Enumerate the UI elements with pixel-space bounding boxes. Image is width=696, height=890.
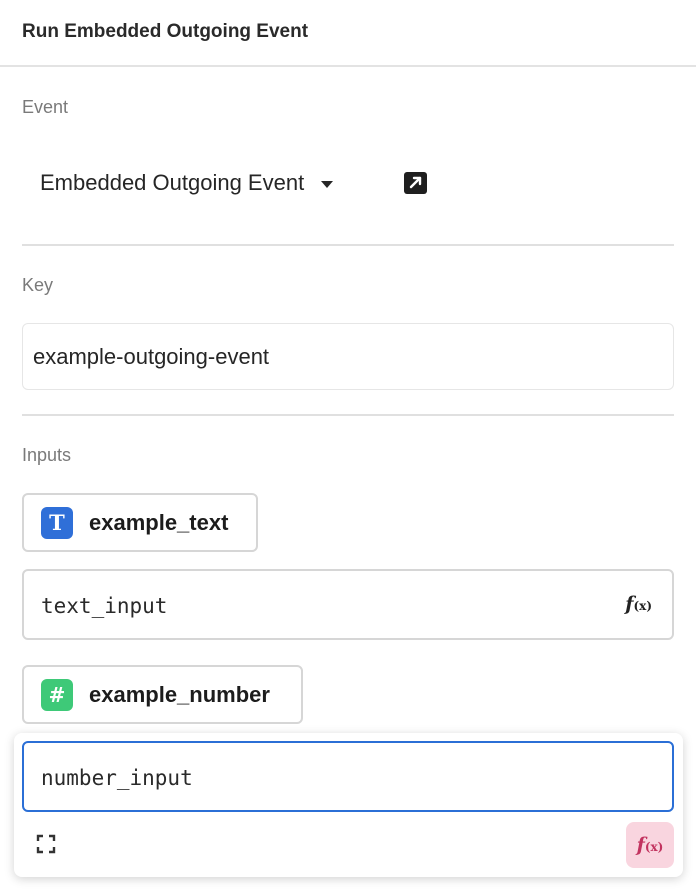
input-value: text_input — [41, 594, 168, 618]
inputs-label: Inputs — [22, 445, 72, 465]
number-input-field[interactable]: number_input — [22, 741, 674, 812]
section-divider — [22, 414, 674, 416]
key-label: Key — [22, 275, 54, 295]
input-chip-example-number: # example_number — [22, 665, 303, 724]
panel-header: Run Embedded Outgoing Event — [0, 0, 696, 67]
input-chip-example-text: T example_text — [22, 493, 258, 552]
function-toggle-button[interactable]: f(x) — [626, 822, 674, 868]
expand-icon[interactable] — [36, 834, 56, 854]
function-icon[interactable]: f(x) — [625, 593, 652, 615]
key-input[interactable]: example-outgoing-event — [22, 323, 674, 390]
input-value: number_input — [41, 766, 193, 790]
section-divider — [22, 244, 674, 246]
panel-title: Run Embedded Outgoing Event — [22, 21, 309, 42]
number-type-icon: # — [41, 678, 73, 711]
text-type-icon: T — [41, 506, 73, 539]
open-external-icon[interactable] — [404, 172, 427, 194]
function-icon: f(x) — [636, 834, 664, 856]
text-input-field[interactable]: text_input f(x) — [22, 569, 674, 640]
event-label: Event — [22, 97, 69, 117]
event-dropdown-value: Embedded Outgoing Event — [40, 170, 305, 195]
caret-down-icon — [321, 180, 334, 188]
input-name: example_text — [89, 509, 229, 535]
input-name: example_number — [89, 681, 270, 707]
event-dropdown[interactable]: Embedded Outgoing Event — [40, 170, 334, 196]
